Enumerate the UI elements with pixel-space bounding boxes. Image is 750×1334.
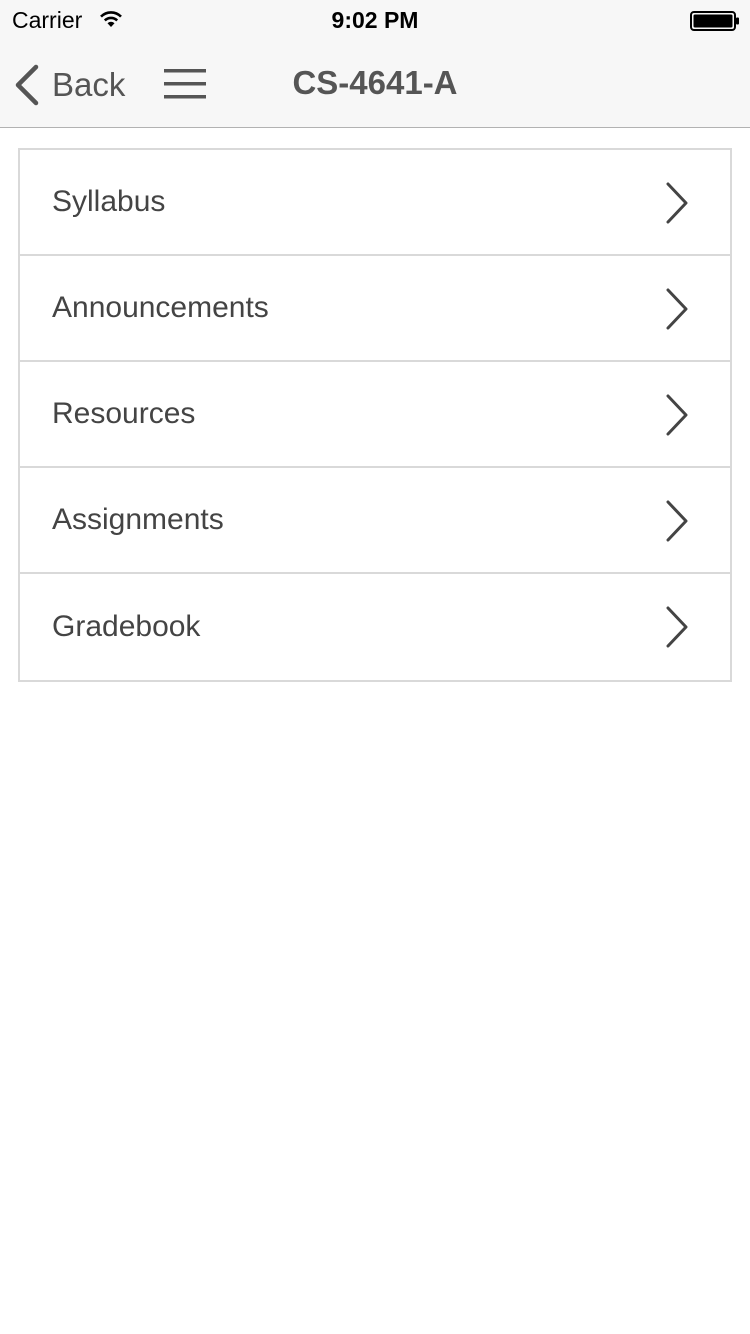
menu-item-announcements[interactable]: Announcements <box>20 256 730 362</box>
menu-item-assignments[interactable]: Assignments <box>20 468 730 574</box>
menu-item-label: Resources <box>52 397 196 430</box>
status-time: 9:02 PM <box>331 7 419 33</box>
menu-item-gradebook[interactable]: Gradebook <box>20 574 730 680</box>
battery-icon <box>690 11 739 31</box>
menu-item-label: Assignments <box>52 503 224 536</box>
menu-item-resources[interactable]: Resources <box>20 362 730 468</box>
menu-item-syllabus[interactable]: Syllabus <box>20 150 730 256</box>
chevron-right-icon <box>666 394 688 436</box>
chevron-right-icon <box>666 500 688 542</box>
page-title: CS-4641-A <box>292 64 458 101</box>
course-menu-list: Syllabus Announcements Resources Assignm… <box>18 148 732 682</box>
menu-item-label: Syllabus <box>52 185 166 218</box>
chevron-right-icon <box>666 606 688 648</box>
navigation-bar: Back CS-4641-A <box>0 40 750 128</box>
menu-item-label: Gradebook <box>52 610 201 643</box>
chevron-right-icon <box>666 182 688 224</box>
status-bar: Carrier 9:02 PM <box>0 0 750 40</box>
chevron-right-icon <box>666 288 688 330</box>
menu-item-label: Announcements <box>52 291 269 324</box>
